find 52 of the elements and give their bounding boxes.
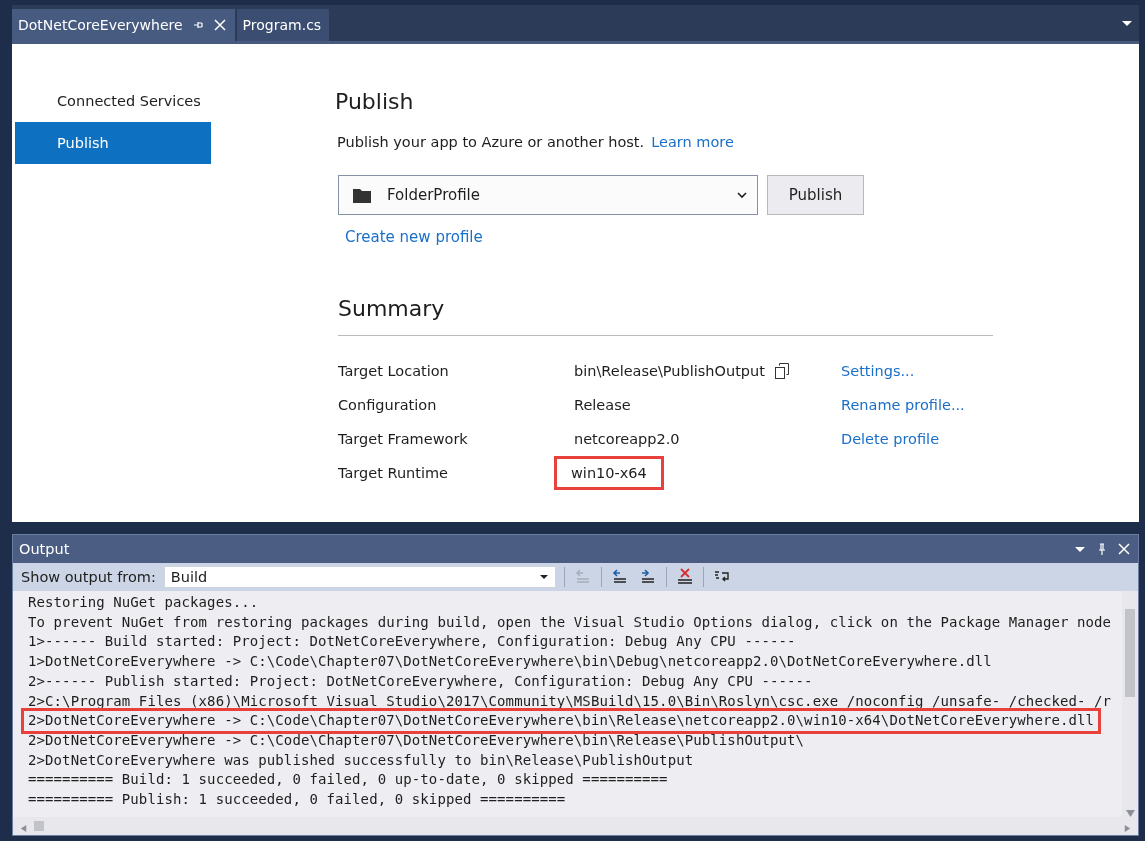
profile-dropdown[interactable]: FolderProfile (338, 175, 758, 215)
field-value: win10-x64 (557, 459, 661, 487)
section-heading: Summary (338, 296, 993, 336)
field-value: Release (574, 396, 631, 415)
field-value: bin\Release\PublishOutput (574, 362, 765, 381)
output-line: 1>DotNetCoreEverywhere -> C:\Code\Chapter07\DotNetCoreEverywhere\bin\Debug\netcoreapp2.0\DotNetCoreEverywhere.dll (28, 652, 992, 672)
summary-action-link[interactable]: Rename profile... (841, 397, 993, 413)
description-text: Publish your app to Azure or another host. (337, 134, 645, 150)
document-tab[interactable]: DotNetCoreEverywhere (12, 9, 235, 41)
field-label: Show output from: (21, 569, 156, 585)
horizontal-scrollbar[interactable] (13, 817, 1138, 835)
document-tab[interactable]: Program.cs (236, 9, 330, 41)
folder-icon (353, 187, 371, 203)
scrollbar-thumb[interactable] (1125, 609, 1135, 697)
close-icon[interactable] (212, 18, 227, 32)
learn-more-link[interactable]: Learn more (651, 134, 734, 150)
dropdown-arrow-icon (538, 573, 549, 581)
output-line: 2>C:\Program Files (x86)\Microsoft Visual Studio\2017\Community\MSBuild\15.0\Bin\Roslyn\csc.exe /noconfig /unsafe- /checked- /r (28, 691, 1112, 711)
output-source-dropdown[interactable]: Build (163, 566, 556, 588)
create-profile-link[interactable]: Create new profile (345, 228, 1139, 246)
scroll-left-arrow-icon[interactable] (19, 825, 28, 832)
sidebar-item[interactable]: Publish (15, 122, 211, 164)
panel-title: Output (19, 541, 70, 557)
summary-action-link[interactable]: Delete profile (841, 431, 993, 447)
scrollbar-thumb[interactable] (34, 821, 44, 831)
field-value: netcoreapp2.0 (574, 430, 680, 449)
chevron-down-icon (737, 191, 747, 199)
page-heading: Publish (335, 89, 415, 114)
close-icon[interactable] (1118, 543, 1130, 555)
publish-button[interactable]: Publish (767, 175, 864, 215)
output-line: ========== Publish: 1 succeeded, 0 failed, 0 skipped ========== (28, 790, 566, 810)
vertical-scrollbar[interactable] (1122, 591, 1138, 817)
sidebar-item[interactable]: Connected Services (15, 80, 211, 122)
scroll-right-arrow-icon[interactable] (1123, 825, 1132, 832)
pin-icon[interactable] (1096, 543, 1108, 555)
copy-icon[interactable] (772, 362, 791, 380)
scroll-down-arrow-icon[interactable] (1125, 810, 1135, 817)
field-label: Configuration (338, 397, 438, 413)
output-line: ========== Build: 1 succeeded, 0 failed, 0 up-to-date, 0 skipped ========== (28, 770, 668, 790)
previous-message-icon[interactable] (610, 568, 629, 586)
output-line: 2>------ Publish started: Project: DotNetCoreEverywhere, Configuration: Debug Any CPU ------ (28, 671, 813, 691)
summary-action-link[interactable]: Settings... (841, 363, 993, 379)
output-line: 2>DotNetCoreEverywhere was published successfully to bin\Release\PublishOutput (28, 750, 694, 770)
output-line: 2>DotNetCoreEverywhere -> C:\Code\Chapter07\DotNetCoreEverywhere\bin\Release\netcoreapp2.0\win10-x64\DotNetCoreEverywhere.dll (24, 711, 1099, 731)
field-label: Target Framework (338, 431, 469, 447)
output-line: 2>DotNetCoreEverywhere -> C:\Code\Chapter07\DotNetCoreEverywhere\bin\Release\PublishOutput\ (28, 730, 805, 750)
clear-all-icon[interactable] (675, 568, 694, 586)
field-label: Target Runtime (338, 465, 450, 481)
output-line: To prevent NuGet from restoring packages during build, open the Visual Studio Options dialog, click on the Package Manager node (28, 612, 1112, 632)
field-label: Target Location (338, 363, 450, 379)
output-line: 1>------ Build started: Project: DotNetCoreEverywhere, Configuration: Debug Any CPU ------ (28, 632, 796, 652)
output-line: Restoring NuGet packages... (28, 593, 259, 612)
